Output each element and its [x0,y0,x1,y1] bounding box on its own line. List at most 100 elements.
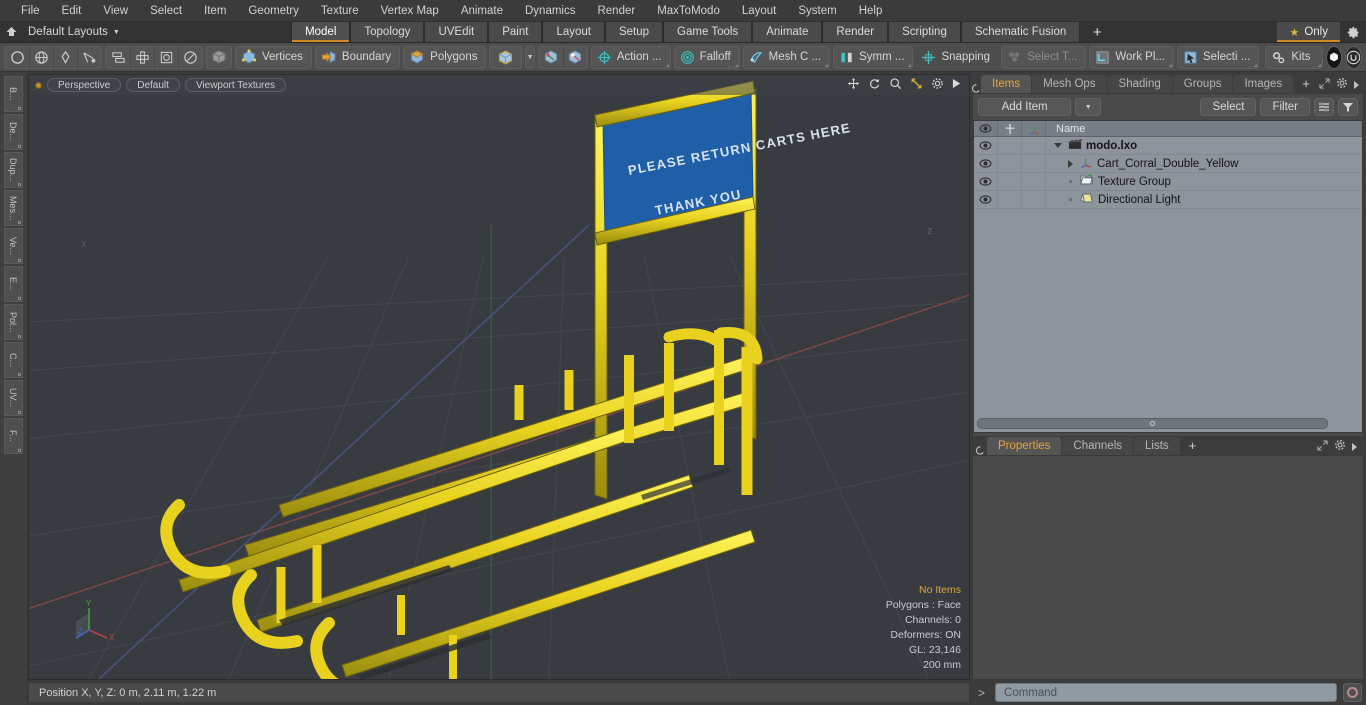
row-visibility-toggle[interactable] [974,154,998,173]
viewport-projection-dropdown[interactable]: Perspective [47,78,122,92]
item-mode-button[interactable] [489,45,523,69]
list-options-icon[interactable] [1314,98,1334,116]
panel-menu-icon[interactable] [972,84,981,93]
vtab-edge[interactable]: E... [3,266,23,302]
row-visibility-toggle[interactable] [974,190,998,209]
tab-images[interactable]: Images [1233,75,1294,93]
item-tree[interactable]: Name modo.lxo Cart_Corral_Double_Yellow … [973,120,1363,433]
tab-channels[interactable]: Channels [1062,437,1134,455]
radial-icon[interactable] [178,46,202,68]
modo-icon[interactable] [1326,45,1342,69]
add-item-button[interactable]: Add Item [978,98,1072,116]
chevron-right-icon[interactable] [1352,442,1357,451]
menu-item-geometry[interactable]: Geometry [237,0,310,22]
selection-sets-button[interactable]: Selecti ... [1177,45,1260,69]
gear-icon[interactable] [1340,22,1366,42]
table-row[interactable]: Texture Group [974,172,1362,191]
vtab-fusion[interactable]: F... [3,418,23,454]
menu-item-vertex-map[interactable]: Vertex Map [370,0,450,22]
mesh-constraint-button[interactable]: Mesh C ... [742,45,831,69]
layout-tab-scripting[interactable]: Scripting [888,22,961,42]
menu-item-select[interactable]: Select [139,0,193,22]
vtab-duplicate[interactable]: Dup... [3,152,23,188]
vtab-polygon[interactable]: Pol... [3,304,23,340]
pivot-icon[interactable] [539,47,563,68]
layout-tab-paint[interactable]: Paint [488,22,543,42]
layout-tab-schematic-fusion[interactable]: Schematic Fusion [960,22,1081,42]
vtab-curve[interactable]: C... [3,342,23,378]
table-row[interactable]: Cart_Corral_Double_Yellow [974,154,1362,173]
tab-properties[interactable]: Properties [987,437,1062,455]
viewport-shading-dropdown[interactable]: Viewport Textures [184,78,287,92]
item-row-mesh[interactable]: Cart_Corral_Double_Yellow [1046,155,1362,173]
vtab-mesh-edit[interactable]: Mes... [3,190,23,226]
home-icon[interactable] [0,22,22,42]
chevron-right-icon[interactable] [1353,80,1359,89]
menu-item-render[interactable]: Render [586,0,646,22]
menu-item-help[interactable]: Help [848,0,894,22]
pan-icon[interactable] [847,77,860,93]
menu-item-system[interactable]: System [787,0,847,22]
tab-groups[interactable]: Groups [1172,75,1233,93]
unreal-icon[interactable] [1345,45,1362,69]
row-visibility-toggle[interactable] [974,136,998,155]
filter-button[interactable]: Filter [1260,98,1310,116]
tab-items[interactable]: Items [981,75,1032,93]
tab-mesh-ops[interactable]: Mesh Ops [1032,75,1107,93]
symmetry-button[interactable]: Symm ... [833,45,914,69]
center-icon[interactable] [154,46,178,68]
menu-item-animate[interactable]: Animate [450,0,514,22]
expand-triangle-icon[interactable] [1052,143,1064,148]
selection-mode-vertices[interactable]: Vertices [235,45,312,69]
layout-tab-topology[interactable]: Topology [350,22,425,42]
perspective-viewport[interactable]: PLEASE RETURN CARTS HERE THANK YOU Persp… [28,74,970,680]
item-tree-horizontal-scrollbar[interactable] [977,418,1328,429]
layout-tab-setup[interactable]: Setup [604,22,664,42]
item-row-directional-light[interactable]: Directional Light [1046,191,1362,209]
layout-tab-render[interactable]: Render [822,22,889,42]
tab-lists[interactable]: Lists [1134,437,1180,455]
selection-mode-polygons[interactable]: Polygons [403,45,487,69]
expand-icon[interactable] [1317,439,1328,454]
action-center-button[interactable]: Action ... [590,45,671,69]
select-button[interactable]: Select [1200,98,1257,116]
selection-mode-boundary[interactable]: Boundary [314,45,401,69]
add-item-dropdown[interactable]: ▼ [1075,98,1102,116]
layout-tab-model[interactable]: Model [291,22,351,42]
pen-icon[interactable] [53,46,77,68]
vtab-uv[interactable]: UV... [3,380,23,416]
fit-icon[interactable] [910,77,923,93]
row-visibility-toggle[interactable] [974,172,998,191]
panel-menu-icon[interactable] [973,446,987,455]
axis-gizmo[interactable]: Y X Z [69,599,125,651]
menu-item-item[interactable]: Item [193,0,237,22]
vtab-deform[interactable]: De... [3,114,23,150]
gear-icon[interactable] [931,77,944,93]
layout-tab-uvedit[interactable]: UVEdit [424,22,489,42]
menu-item-layout[interactable]: Layout [731,0,788,22]
gear-icon[interactable] [1334,439,1346,454]
menu-item-file[interactable]: File [10,0,51,22]
curve-icon[interactable] [77,46,101,68]
vtab-basic[interactable]: B... [3,76,23,112]
funnel-icon[interactable] [1338,98,1358,116]
globe-icon[interactable] [29,46,53,68]
gear-icon[interactable] [1336,77,1348,92]
menu-item-texture[interactable]: Texture [310,0,370,22]
work-plane-button[interactable]: Work Pl... [1089,45,1174,69]
viewport-style-dropdown[interactable]: Default [126,78,180,92]
add-tab-button[interactable]: + [1294,75,1318,93]
layout-tab-game-tools[interactable]: Game Tools [663,22,753,42]
add-properties-tab-button[interactable]: + [1181,437,1205,455]
layout-tab-layout[interactable]: Layout [542,22,605,42]
center-pivot-icon[interactable] [562,46,587,68]
kits-button[interactable]: Kits [1265,45,1323,69]
item-mode-dropdown[interactable]: ▼ [525,45,535,69]
select-through-button[interactable]: Select T... [1001,45,1087,69]
circle-icon[interactable] [5,47,29,68]
play-icon[interactable] [952,78,961,92]
cube-gray-icon[interactable] [207,47,231,68]
record-icon[interactable] [1343,683,1362,702]
tab-shading[interactable]: Shading [1107,75,1172,93]
zoom-icon[interactable] [889,77,902,93]
